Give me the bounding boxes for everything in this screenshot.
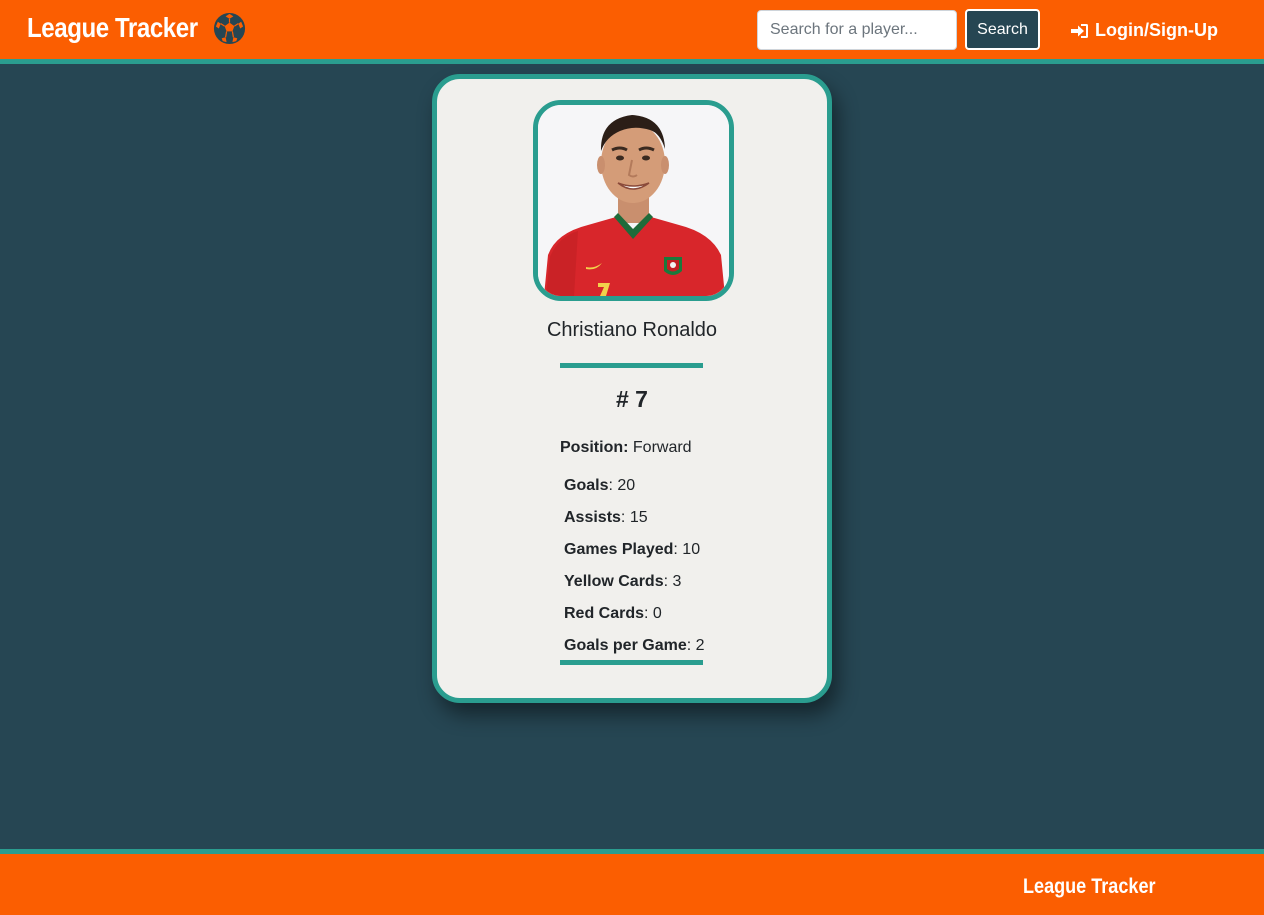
player-position: Position: Forward bbox=[560, 439, 692, 457]
divider bbox=[560, 660, 703, 665]
player-card: Christiano Ronaldo # 7 Position: Forward… bbox=[432, 74, 832, 703]
player-portrait-image bbox=[538, 105, 729, 296]
stat-yellow-cards: Yellow Cards: 3 bbox=[564, 573, 705, 605]
crest-icon bbox=[664, 257, 682, 275]
footer-brand[interactable]: League Tracker bbox=[1023, 875, 1156, 899]
stat-red-cards: Red Cards: 0 bbox=[564, 605, 705, 637]
stat-value: : 0 bbox=[644, 605, 662, 622]
stat-label: Goals per Game bbox=[564, 637, 687, 654]
stat-value: : 10 bbox=[673, 541, 701, 558]
player-photo bbox=[533, 100, 734, 301]
player-name: Christiano Ronaldo bbox=[546, 319, 718, 341]
stat-label: Goals bbox=[564, 477, 609, 494]
stat-assists: Assists: 15 bbox=[564, 509, 705, 541]
stat-label: Yellow Cards bbox=[564, 573, 664, 590]
brand[interactable]: League Tracker bbox=[27, 12, 246, 45]
stats-list: Goals: 20 Assists: 15 Games Played: 10 Y… bbox=[564, 477, 705, 669]
jersey-number: # 7 bbox=[616, 386, 648, 412]
position-value: Forward bbox=[632, 439, 692, 456]
stat-value: : 20 bbox=[608, 477, 636, 494]
stat-label: Red Cards bbox=[564, 605, 645, 622]
sign-in-icon bbox=[1071, 23, 1088, 38]
divider bbox=[560, 363, 703, 368]
search-input[interactable] bbox=[757, 10, 957, 50]
stat-goals: Goals: 20 bbox=[564, 477, 705, 509]
stat-games-played: Games Played: 10 bbox=[564, 541, 705, 573]
login-label: Login/Sign-Up bbox=[1095, 20, 1218, 40]
stat-label: Games Played bbox=[564, 541, 674, 558]
position-label: Position: bbox=[560, 439, 629, 456]
stat-label: Assists bbox=[564, 509, 621, 526]
footer: League Tracker bbox=[0, 849, 1264, 915]
login-signup-link[interactable]: Login/Sign-Up bbox=[1071, 20, 1218, 41]
stat-value: : 3 bbox=[663, 573, 682, 590]
brand-title[interactable]: League Tracker bbox=[27, 12, 198, 44]
navbar: League Tracker Search Login/Sign-Up bbox=[0, 0, 1264, 64]
search-button[interactable]: Search bbox=[965, 9, 1040, 50]
stat-value: : 15 bbox=[620, 509, 648, 526]
stat-value: : 2 bbox=[686, 637, 705, 654]
soccer-ball-icon bbox=[213, 12, 246, 45]
